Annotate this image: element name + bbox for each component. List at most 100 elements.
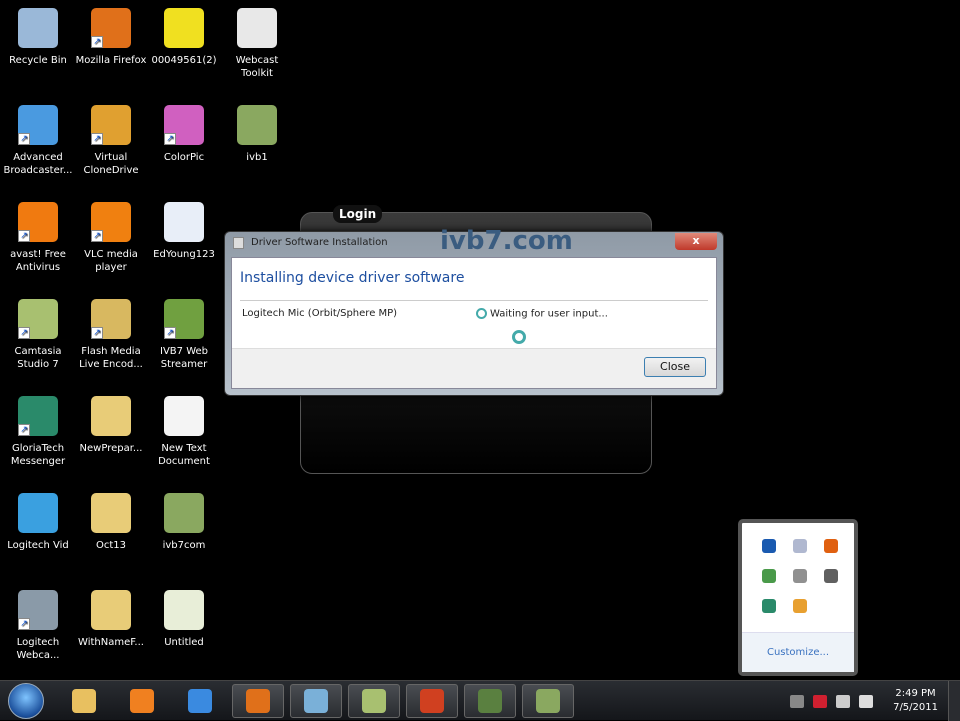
taskbar-firefox-button[interactable] [232, 684, 284, 718]
shortcut-arrow-icon: ↗ [91, 327, 103, 339]
dialog-app-icon [233, 237, 244, 249]
tray-popup-icon[interactable] [793, 569, 807, 583]
desktop-icon-label: EdYoung123 [153, 249, 215, 260]
desktop-icon[interactable]: ↗ Flash Media Live Encod... [74, 299, 148, 371]
taskbar-streamer-button[interactable] [464, 684, 516, 718]
customize-link[interactable]: Customize... [742, 632, 854, 672]
desktop-icon[interactable]: NewPrepar... [74, 396, 148, 455]
tray-popup-icon[interactable] [793, 599, 807, 613]
close-button[interactable]: Close [644, 357, 706, 377]
desktop-icon-image [91, 396, 131, 436]
taskbar-internet-explorer-button[interactable] [174, 684, 226, 718]
desktop-icon[interactable]: ↗ Virtual CloneDrive [74, 105, 148, 177]
desktop-icon-image [164, 8, 204, 48]
show-desktop-button[interactable] [948, 681, 960, 721]
window-icon [304, 689, 328, 713]
shortcut-arrow-icon: ↗ [18, 133, 30, 145]
desktop-icon-image: ↗ [91, 299, 131, 339]
tray-popup-icon[interactable] [762, 599, 776, 613]
desktop-icon[interactable]: Logitech Vid [1, 493, 75, 552]
device-name: Logitech Mic (Orbit/Sphere MP) [242, 308, 398, 319]
desktop-icon[interactable]: ↗ Logitech Webca... [1, 590, 75, 662]
desktop-icon-image [91, 590, 131, 630]
tray-popup-icon[interactable] [762, 539, 776, 553]
desktop-icon-label: Logitech Vid [7, 540, 69, 551]
desktop-icon[interactable]: ivb1 [220, 105, 294, 164]
desktop-icon-image: ↗ [18, 202, 58, 242]
desktop-icon[interactable]: ivb7com [147, 493, 221, 552]
desktop-icon[interactable]: ↗ avast! Free Antivirus [1, 202, 75, 274]
taskbar-camtasia-button[interactable] [348, 684, 400, 718]
streamer-icon [478, 689, 502, 713]
desktop-icon[interactable]: New Text Document [147, 396, 221, 468]
dialog-close-x-button[interactable]: x [675, 233, 717, 250]
desktop-icon-image: ↗ [91, 105, 131, 145]
desktop-icon[interactable]: 00049561(2) [147, 8, 221, 67]
dialog-body: Installing device driver software Logite… [231, 257, 717, 389]
desktop-icon-image: ↗ [164, 105, 204, 145]
start-button[interactable] [8, 683, 44, 719]
desktop-icon[interactable]: Oct13 [74, 493, 148, 552]
divider [240, 300, 708, 301]
desktop-icon-label: Recycle Bin [9, 55, 67, 66]
desktop-icon-label: NewPrepar... [79, 443, 143, 454]
tray-icon[interactable] [836, 695, 850, 708]
shortcut-arrow-icon: ↗ [91, 36, 103, 48]
clock-time: 2:49 PM [895, 688, 936, 699]
shortcut-arrow-icon: ↗ [18, 424, 30, 436]
taskbar-powerpoint-button[interactable] [406, 684, 458, 718]
tray-popup-icon[interactable] [793, 539, 807, 553]
desktop-icon[interactable]: ↗ VLC media player [74, 202, 148, 274]
desktop-icon-image [18, 493, 58, 533]
desktop-icon-label: Virtual CloneDrive [83, 152, 139, 176]
desktop-icon[interactable]: ↗ GloriaTech Messenger [1, 396, 75, 468]
dialog-heading: Installing device driver software [240, 270, 465, 286]
desktop-icon[interactable]: ↗ IVB7 Web Streamer [147, 299, 221, 371]
shortcut-arrow-icon: ↗ [18, 327, 30, 339]
desktop-icon[interactable]: ↗ Mozilla Firefox [74, 8, 148, 67]
tray-popup-icon[interactable] [762, 569, 776, 583]
tray-icon[interactable] [859, 695, 873, 708]
desktop-icon-label: GloriaTech Messenger [10, 443, 66, 467]
desktop-icon-label: 00049561(2) [151, 55, 217, 66]
powerpoint-icon [420, 689, 444, 713]
desktop-icon[interactable]: Recycle Bin [1, 8, 75, 67]
desktop-icon-image [18, 8, 58, 48]
desktop-icon-image: ↗ [18, 590, 58, 630]
clock[interactable]: 2:49 PM 7/5/2011 [893, 687, 938, 715]
desktop-icon[interactable]: Untitled [147, 590, 221, 649]
desktop-icon-label: New Text Document [158, 443, 210, 467]
desktop-icon[interactable]: ↗ Advanced Broadcaster... [1, 105, 75, 177]
desktop-icon[interactable]: EdYoung123 [147, 202, 221, 261]
taskbar-window-button[interactable] [290, 684, 342, 718]
desktop-icon-image [164, 493, 204, 533]
desktop-icon-image: ↗ [18, 299, 58, 339]
desktop-icon-label: IVB7 Web Streamer [160, 346, 208, 370]
login-label: Login [333, 205, 383, 223]
desktop-icon[interactable]: ↗ ColorPic [147, 105, 221, 164]
spinner-icon [476, 308, 487, 319]
firefox-icon [246, 689, 270, 713]
desktop-icon-label: Mozilla Firefox [75, 55, 147, 66]
desktop-icon-image [164, 396, 204, 436]
tray-overflow-popup: Customize... [738, 519, 858, 676]
desktop-icon[interactable]: ↗ Camtasia Studio 7 [1, 299, 75, 371]
status-text: Waiting for user input... [490, 308, 608, 320]
taskbar-media-player-button[interactable] [116, 684, 168, 718]
tray-popup-icon[interactable] [824, 539, 838, 553]
desktop-icon-label: ColorPic [163, 152, 205, 163]
desktop-icon-image: ↗ [91, 8, 131, 48]
desktop-icon[interactable]: WithNameF... [74, 590, 148, 649]
tray-icon[interactable] [813, 695, 827, 708]
desktop-icon-image [237, 105, 277, 145]
tray-icon[interactable] [790, 695, 804, 708]
taskbar-video-button[interactable] [522, 684, 574, 718]
clock-date: 7/5/2011 [893, 702, 938, 713]
taskbar-windows-explorer-button[interactable] [58, 684, 110, 718]
camtasia-icon [362, 689, 386, 713]
tray-popup-icon[interactable] [824, 569, 838, 583]
taskbar: 2:49 PM 7/5/2011 [0, 680, 960, 721]
ivb7-watermark: ivb7.com [440, 226, 573, 256]
dialog-footer: Close [232, 348, 716, 388]
desktop-icon[interactable]: Webcast Toolkit [220, 8, 294, 80]
